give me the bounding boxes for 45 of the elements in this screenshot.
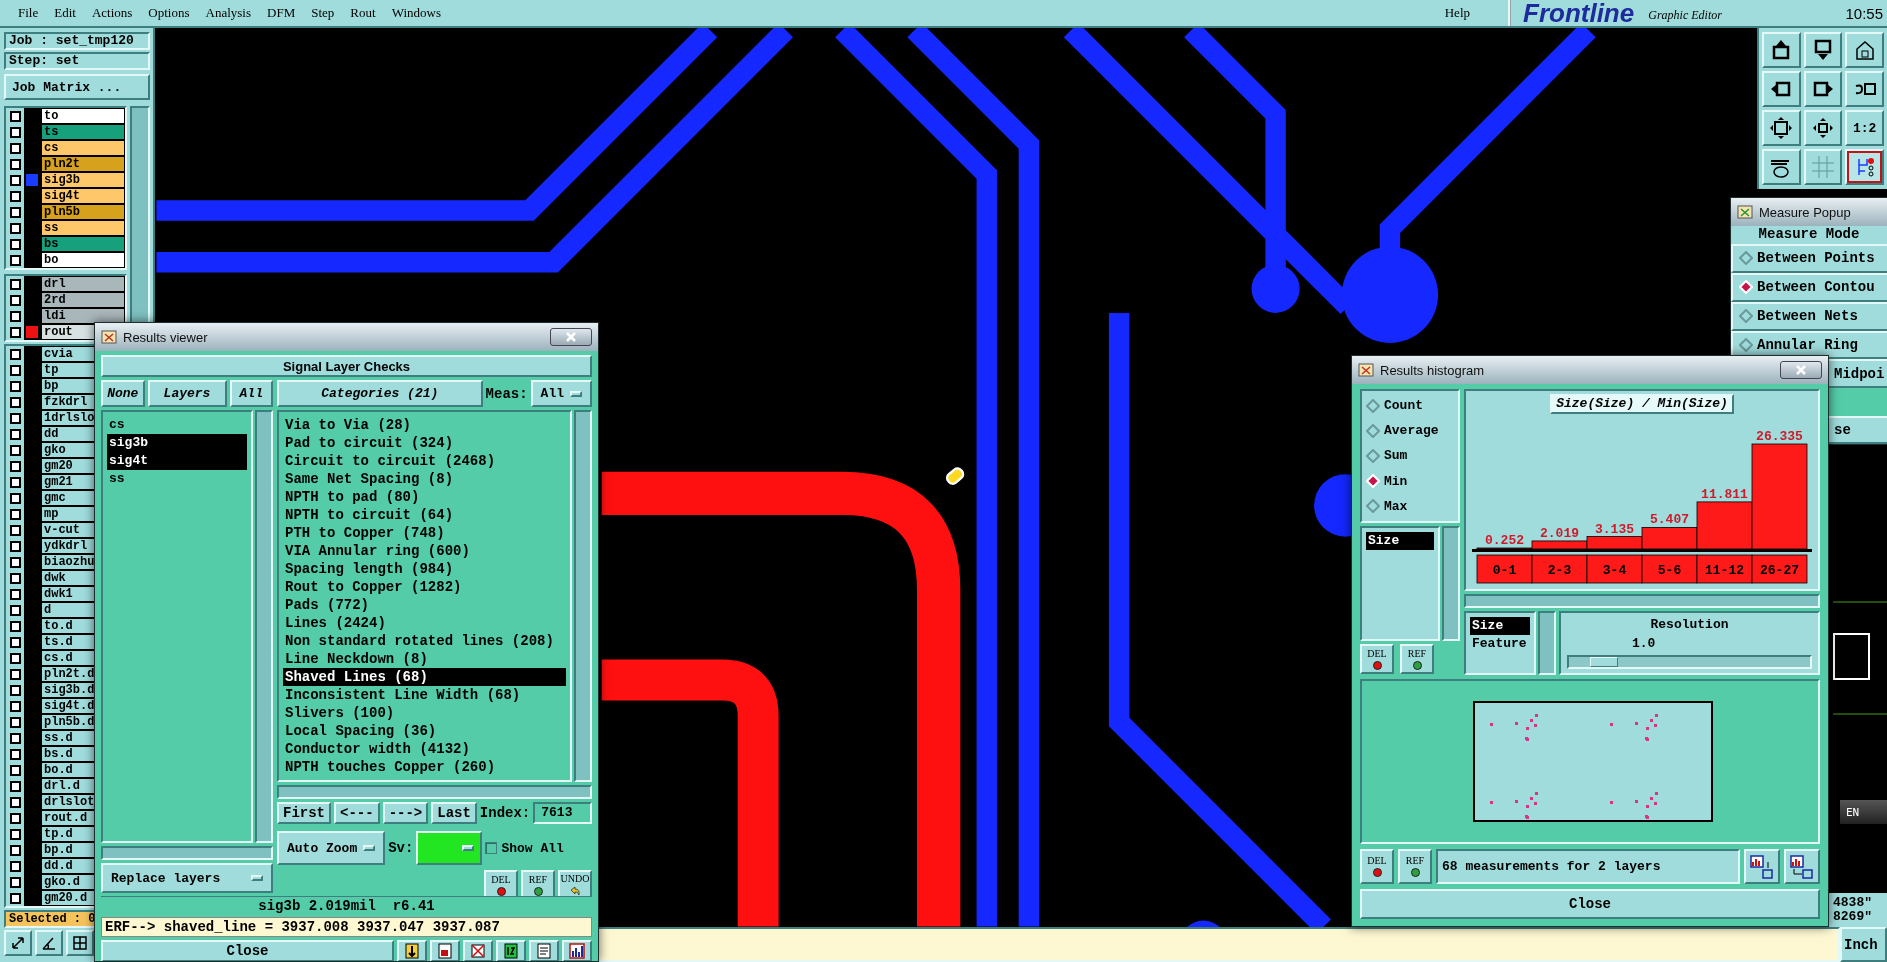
bar-value-label: 11.811 [1701,486,1748,502]
measurement-summary: 68 measurements for 2 layers [1436,849,1740,884]
bin-label: 11-12 [1696,554,1753,584]
window-title: Measure Popup [1759,204,1851,220]
x-tick-label: 3-4 [1602,563,1627,578]
radio-label: Average [1384,423,1439,439]
bin-label: 26-27 [1751,554,1808,584]
x-tick-label: 0-1 [1492,563,1517,578]
bar-value-label: 5.407 [1650,512,1689,528]
resolution-value: 1.0 [1631,636,1657,651]
erf-message: ERF--> shaved_line = 3937.008 3937.047 3937.087 [101,917,592,937]
bin-label: 2-3 [1531,554,1588,584]
y-coordinate: 8269" [1833,910,1873,924]
job-label: Job : set_tmp120 [4,32,150,50]
bar-value-label: 2.019 [1540,525,1579,541]
index-label: Index: [479,805,531,821]
resolution-label: Resolution [1649,617,1730,632]
bar-value-label: 0.252 [1485,533,1524,548]
sv-label: Sv: [388,840,414,856]
radio-label: Max [1384,498,1408,514]
panel-heading: Measure Mode [1731,226,1887,244]
x-tick-label: 5-6 [1657,563,1682,578]
clock: 10:55 [1845,4,1883,22]
x-tick-label: 26-27 [1759,563,1800,578]
x-tick-label: 2-3 [1547,563,1572,578]
input-language: EN [1846,805,1860,819]
x-tick-label: 11-12 [1704,563,1745,578]
bin-label: 5-6 [1641,554,1698,584]
bar-value-label: 3.135 [1595,521,1634,537]
step-label: Step: set [4,52,150,70]
meas-label: Meas: [485,385,528,402]
bar-value-label: 26.335 [1756,429,1803,444]
x-coordinate: 4838" [1833,896,1873,910]
window-title: Results viewer [123,329,208,345]
checkbox-label: Show All [501,840,564,856]
bin-label: 0-1 [1476,554,1533,584]
panel-heading: Signal Layer Checks [101,355,592,377]
radio-label: Min [1384,473,1408,489]
logo-text: Frontline [1523,0,1635,26]
window-title: Results histogram [1380,362,1485,378]
radio-label: Sum [1384,448,1408,464]
radio-label: Count [1384,398,1423,414]
app-subtitle: Graphic Editor [1648,8,1722,24]
chart-title: Size(Size) / Min(Size) [1550,394,1734,414]
bin-label: 3-4 [1586,554,1643,584]
